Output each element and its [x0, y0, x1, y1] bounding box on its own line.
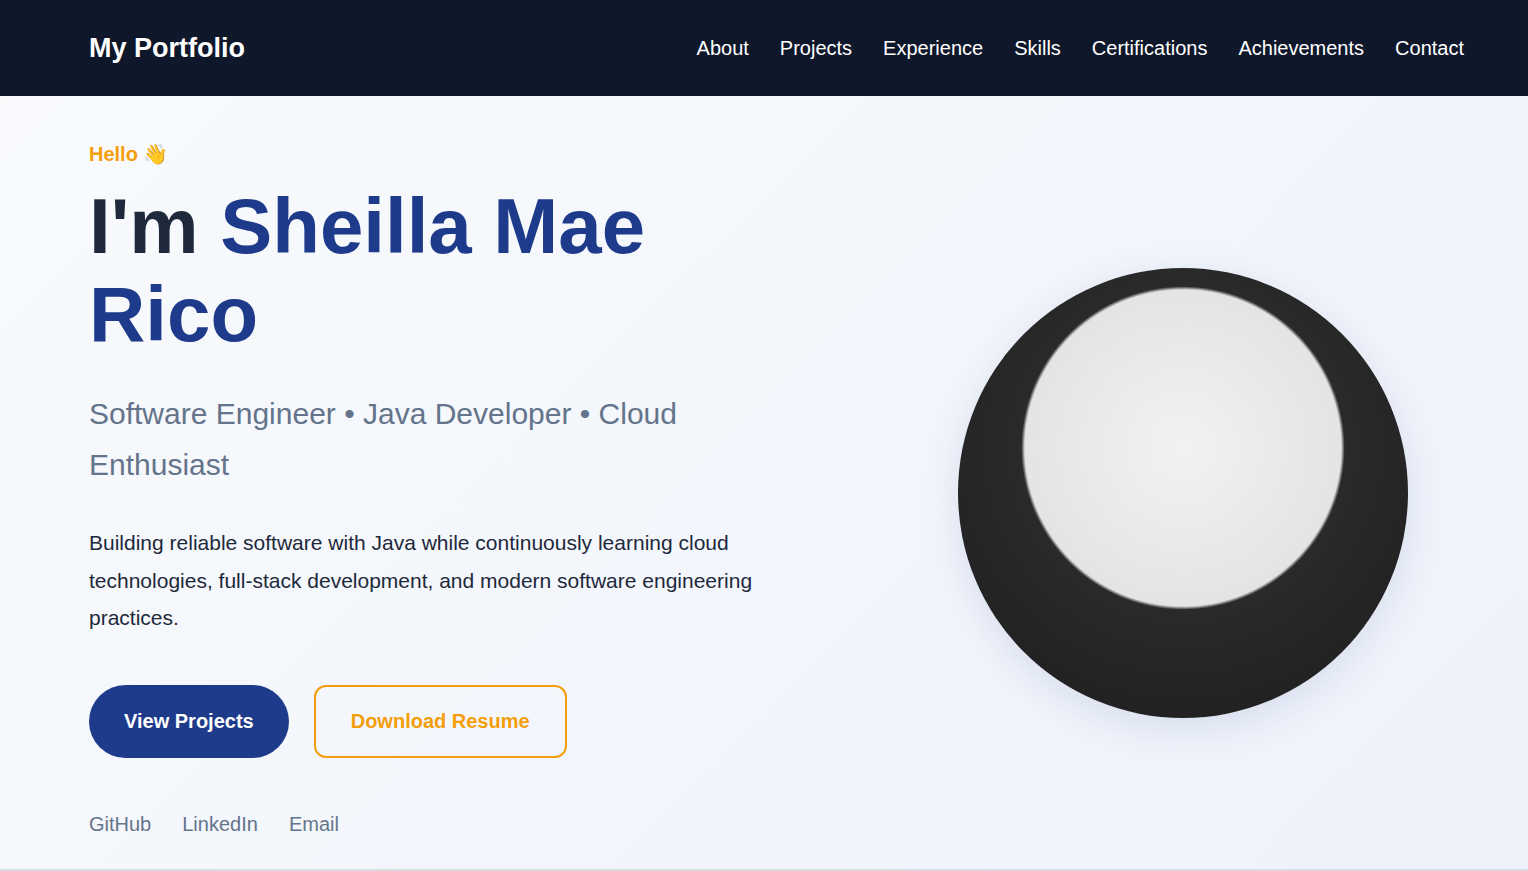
social-link[interactable]: Email	[289, 813, 339, 836]
photo-column	[809, 96, 1408, 869]
nav-link[interactable]: Certifications	[1092, 37, 1208, 60]
nav-link[interactable]: Achievements	[1238, 37, 1364, 60]
hero-heading: I'm Sheilla Mae Rico	[89, 182, 789, 358]
primary-button[interactable]: View Projects	[89, 685, 289, 758]
portfolio-page: My Portfolio About Projects Experience Skill…	[0, 0, 1528, 871]
hero-buttons: View Projects Download Resume	[89, 685, 809, 758]
social-links: GitHub LinkedIn Email	[89, 813, 809, 836]
navbar: My Portfolio About Projects Experience Skill…	[0, 0, 1528, 96]
social-link[interactable]: GitHub	[89, 813, 151, 836]
outline-button[interactable]: Download Resume	[314, 685, 567, 758]
nav-links: About Projects Experience Skills Certificati…	[697, 37, 1464, 60]
nav-link[interactable]: About	[697, 37, 749, 60]
nav-link[interactable]: Projects	[780, 37, 852, 60]
hero-section: Hello 👋 I'm Sheilla Mae Rico Software Engi…	[0, 96, 1528, 871]
nav-link[interactable]: Skills	[1014, 37, 1061, 60]
hero-text: Hello 👋 I'm Sheilla Mae Rico Software Engi…	[89, 96, 809, 869]
greeting: Hello 👋	[89, 140, 809, 168]
logo[interactable]: My Portfolio	[89, 33, 245, 64]
hero-subtitle: Software Engineer • Java Developer • Clo…	[89, 388, 789, 490]
social-link[interactable]: LinkedIn	[182, 813, 258, 836]
hero-description: Building reliable software with Java whi…	[89, 524, 801, 637]
nav-link[interactable]: Contact	[1395, 37, 1464, 60]
profile-photo	[958, 268, 1408, 718]
nav-link[interactable]: Experience	[883, 37, 983, 60]
